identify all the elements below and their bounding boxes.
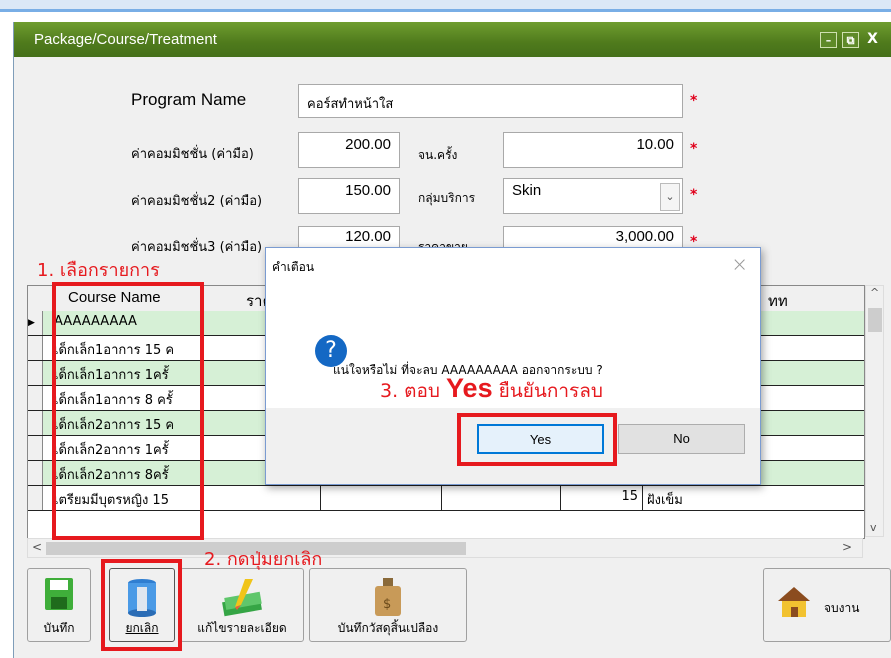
- required-mark: *: [690, 141, 698, 157]
- row-indicator: [28, 386, 43, 410]
- program-name-label: Program Name: [131, 90, 247, 109]
- scroll-up-icon[interactable]: ^: [870, 286, 879, 299]
- horizontal-scrollbar[interactable]: < >: [27, 538, 863, 558]
- vertical-scrollbar[interactable]: ^ v: [865, 285, 884, 537]
- scroll-left-icon[interactable]: <: [32, 540, 42, 554]
- commission1-label: ค่าคอมมิชชั่น (ค่ามือ): [131, 147, 254, 162]
- row-indicator: [28, 486, 43, 510]
- annotation-step1: 1. เลือกรายการ: [37, 260, 160, 281]
- scroll-thumb[interactable]: [868, 308, 882, 332]
- count-input[interactable]: 10.00: [503, 132, 683, 168]
- program-name-input[interactable]: คอร์สทำหน้าใส: [298, 84, 683, 118]
- window-title: Package/Course/Treatment: [34, 31, 217, 48]
- no-button[interactable]: No: [618, 424, 745, 454]
- save-button[interactable]: บันทึก: [27, 568, 91, 642]
- annotation-box-yes: [457, 413, 617, 466]
- annotation-step2: 2. กดปุ่มยกเลิก: [204, 549, 323, 570]
- exit-label: จบงาน: [824, 601, 860, 615]
- edit-detail-button[interactable]: แก้ไขรายละเอียด: [180, 568, 304, 642]
- service-group-select[interactable]: Skin ⌄: [503, 178, 683, 214]
- commission3-label: ค่าคอมมิชชั่น3 (ค่ามือ): [131, 240, 263, 255]
- minimize-button[interactable]: –: [820, 32, 837, 48]
- annotation-step3-yes: Yes: [446, 373, 493, 403]
- annotation-step3-suffix: ยืนยันการลบ: [492, 380, 603, 402]
- dialog-title: คำเตือน: [272, 260, 315, 274]
- row-indicator: [28, 436, 43, 460]
- money-bag-icon: $: [375, 578, 401, 616]
- column-divider: [320, 486, 321, 510]
- row-indicator: [28, 336, 43, 360]
- window-titlebar: Package/Course/Treatment – ⧉ X: [14, 22, 891, 57]
- required-mark: *: [690, 93, 698, 109]
- save-label: บันทึก: [43, 621, 75, 635]
- row-indicator: [28, 411, 43, 435]
- required-mark: *: [690, 187, 698, 203]
- svg-text:$: $: [383, 597, 391, 612]
- commission1-input[interactable]: 200.00: [298, 132, 400, 168]
- home-icon: [778, 587, 810, 617]
- count-label: จน.ครั้ง: [418, 148, 458, 162]
- row-indicator: ▶: [28, 311, 43, 335]
- service-group-value: Skin: [512, 182, 542, 199]
- service-group-label: กลุ่มบริการ: [418, 191, 476, 205]
- item-cell[interactable]: ฝังเข็ม: [647, 489, 683, 510]
- column-divider: [560, 486, 561, 510]
- save-material-label: บันทึกวัสดุสิ้นเปลือง: [337, 621, 439, 635]
- column-divider: [642, 486, 643, 510]
- header-last[interactable]: ทท: [768, 289, 788, 313]
- restore-button[interactable]: ⧉: [842, 32, 859, 48]
- edit-detail-label: แก้ไขรายละเอียด: [197, 621, 287, 635]
- top-accent-line: [0, 9, 891, 12]
- column-divider: [441, 486, 442, 510]
- scroll-right-icon[interactable]: >: [842, 540, 852, 554]
- close-button[interactable]: X: [864, 32, 881, 48]
- row-indicator: [28, 361, 43, 385]
- commission2-input[interactable]: 150.00: [298, 178, 400, 214]
- commission2-label: ค่าคอมมิชชั่น2 (ค่ามือ): [131, 194, 263, 209]
- qty-cell[interactable]: 15: [568, 489, 638, 504]
- save-material-button[interactable]: $ บันทึกวัสดุสิ้นเปลือง: [309, 568, 467, 642]
- scroll-down-icon[interactable]: v: [870, 521, 877, 534]
- edit-money-icon: [222, 579, 262, 617]
- annotation-box-rows: [52, 282, 204, 540]
- annotation-step3: 3. ตอบ Yes ยืนยันการลบ: [380, 373, 603, 406]
- annotation-box-cancel: [101, 559, 182, 651]
- row-indicator: [28, 461, 43, 485]
- exit-button[interactable]: จบงาน: [763, 568, 891, 642]
- floppy-save-icon: [45, 578, 73, 610]
- annotation-step3-prefix: 3. ตอบ: [380, 380, 447, 402]
- chevron-down-icon[interactable]: ⌄: [660, 183, 680, 211]
- dialog-close-icon[interactable]: ×: [731, 252, 748, 276]
